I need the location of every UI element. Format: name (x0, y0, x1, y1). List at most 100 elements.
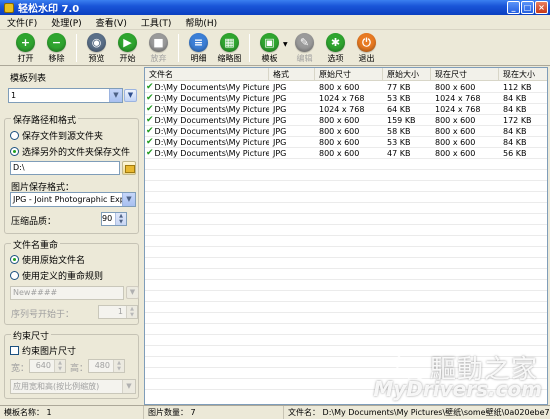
width-stepper[interactable]: 640 ▲ ▼ (29, 359, 66, 373)
template-action-button[interactable]: ▼ (124, 89, 137, 102)
cell-current-filesize: 84 KB (503, 105, 527, 114)
template-icon: ▣ (260, 33, 279, 52)
exit-label: 退出 (358, 54, 375, 63)
spin-arrows-icon[interactable]: ▲ ▼ (113, 360, 124, 372)
chevron-down-icon[interactable]: ▼ (122, 193, 135, 206)
empty-row (145, 192, 547, 203)
save-to-other-radio[interactable]: 选择另外的文件夹保存文件 (10, 145, 130, 158)
use-original-name-radio[interactable]: 使用原始文件名 (10, 253, 85, 266)
use-original-name-label: 使用原始文件名 (22, 256, 86, 266)
remove-button[interactable]: − 移除 (41, 31, 72, 65)
table-row[interactable]: ✔D:\My Documents\My Pictures... JPG 800 x … (145, 126, 547, 137)
status-image-count: 图片数量： 7 (144, 406, 284, 419)
col-header-current-filesize[interactable]: 现在大小 (499, 68, 547, 81)
radio-indicator (10, 255, 19, 264)
empty-row (145, 170, 547, 181)
menu-process[interactable]: 处理(P) (44, 16, 88, 29)
cell-current-size: 800 x 600 (435, 83, 476, 92)
quality-stepper[interactable]: 90 ▲ ▼ (101, 212, 127, 226)
chevron-down-icon[interactable]: ▼ (122, 380, 135, 393)
col-header-current-size[interactable]: 现在尺寸 (431, 68, 499, 81)
preview-button[interactable]: ◉ 预览 (81, 31, 112, 65)
chevron-down-icon[interactable]: ▼ (109, 89, 122, 102)
cell-filename: ✔D:\My Documents\My Pictures... (145, 104, 269, 114)
table-row[interactable]: ✔D:\My Documents\My Pictures... JPG 800 x … (145, 137, 547, 148)
close-button[interactable]: × (535, 1, 548, 14)
menu-file[interactable]: 文件(F) (0, 16, 44, 29)
checkmark-icon: ✔ (146, 137, 154, 147)
table-row[interactable]: ✔D:\My Documents\My Pictures... JPG 800 x … (145, 82, 547, 93)
table-row[interactable]: ✔D:\My Documents\My Pictures... JPG 800 x … (145, 115, 547, 126)
filename-text: D:\My Documents\My Pictures... (154, 126, 269, 136)
height-value: 480 (94, 361, 110, 370)
watermark-line2: MyDrivers.com (373, 377, 542, 401)
use-custom-rule-radio[interactable]: 使用定义的重命规则 (10, 269, 103, 282)
cell-current-filesize: 56 KB (503, 149, 527, 158)
cell-filename: ✔D:\My Documents\My Pictures... (145, 82, 269, 92)
details-button[interactable]: ≡ 明细 (183, 31, 214, 65)
rename-pattern-input[interactable]: New#### (10, 286, 124, 300)
template-select[interactable]: 1 ▼ (8, 88, 123, 103)
exit-button[interactable]: ⏻ 退出 (351, 31, 382, 65)
col-header-original-size[interactable]: 原始尺寸 (315, 68, 383, 81)
scale-mode-select[interactable]: 应用宽和高(按比例缩放) ▼ (10, 379, 136, 394)
col-header-original-filesize[interactable]: 原始大小 (383, 68, 431, 81)
col-header-filename[interactable]: 文件名 (145, 68, 269, 81)
edit-button[interactable]: ✎ 编辑 (289, 31, 320, 65)
folder-icon[interactable] (122, 161, 136, 175)
template-select-value: 1 (11, 91, 17, 100)
thumbnails-button[interactable]: ▦ 缩略图 (214, 31, 245, 65)
maximize-button[interactable]: □ (521, 1, 534, 14)
template-button[interactable]: ▣ 模板 (254, 31, 285, 65)
checkmark-icon: ✔ (146, 93, 154, 103)
seq-start-stepper[interactable]: 1 ▲ ▼ (98, 305, 138, 319)
minus-icon: − (47, 33, 66, 52)
open-button[interactable]: + 打开 (10, 31, 41, 65)
width-value: 640 (35, 361, 51, 370)
cell-original-size: 800 x 600 (319, 149, 360, 158)
cell-original-filesize: 47 KB (387, 149, 411, 158)
menu-tools[interactable]: 工具(T) (134, 16, 179, 29)
scale-mode-value: 应用宽和高(按比例缩放) (13, 382, 100, 391)
spin-arrows-icon[interactable]: ▲ ▼ (126, 306, 137, 318)
window-title: 轻松水印 7.0 (18, 4, 80, 15)
cell-current-size: 800 x 600 (435, 149, 476, 158)
menu-help[interactable]: 帮助(H) (178, 16, 224, 29)
use-custom-rule-label: 使用定义的重命规则 (22, 272, 104, 282)
rename-pattern-dropdown[interactable]: ▼ (126, 286, 139, 299)
filename-text: D:\My Documents\My Pictures... (154, 137, 269, 147)
cell-filename: ✔D:\My Documents\My Pictures... (145, 93, 269, 103)
cell-original-filesize: 64 KB (387, 105, 411, 114)
table-row[interactable]: ✔D:\My Documents\My Pictures... JPG 800 x … (145, 148, 547, 159)
constrain-size-label: 约束图片尺寸 (22, 347, 77, 357)
menu-bar: 文件(F) 处理(P) 查看(V) 工具(T) 帮助(H) (0, 15, 550, 30)
seq-start-label: 序列号开始于： (11, 310, 75, 320)
options-button[interactable]: ✱ 选项 (320, 31, 351, 65)
menu-view[interactable]: 查看(V) (89, 16, 134, 29)
spin-arrows-icon[interactable]: ▲ ▼ (115, 213, 126, 225)
start-label: 开始 (119, 54, 136, 63)
table-row[interactable]: ✔D:\My Documents\My Pictures... JPG 1024 x… (145, 104, 547, 115)
toolbar-separator (178, 34, 179, 62)
empty-row (145, 258, 547, 269)
save-to-source-radio[interactable]: 保存文件到源文件夹 (10, 129, 103, 142)
template-label: 模板 (261, 54, 278, 63)
abort-button[interactable]: ■ 放弃 (143, 31, 174, 65)
cell-original-size: 1024 x 768 (319, 94, 365, 103)
start-button[interactable]: ▶ 开始 (112, 31, 143, 65)
empty-row (145, 214, 547, 225)
save-path-input[interactable]: D:\ (10, 161, 120, 175)
empty-row (145, 181, 547, 192)
height-stepper[interactable]: 480 ▲ ▼ (88, 359, 125, 373)
cell-format: JPG (273, 116, 287, 125)
save-to-other-label: 选择另外的文件夹保存文件 (22, 148, 131, 158)
col-header-format[interactable]: 格式 (269, 68, 315, 81)
preview-icon: ◉ (87, 33, 106, 52)
cell-original-size: 1024 x 768 (319, 105, 365, 114)
image-format-select[interactable]: JPG - Joint Photographic Experts G ▼ (10, 192, 136, 207)
status-file-name: 文件名： D:\My Documents\My Pictures\壁纸\some… (288, 408, 550, 417)
table-row[interactable]: ✔D:\My Documents\My Pictures... JPG 1024 x… (145, 93, 547, 104)
minimize-button[interactable]: _ (507, 1, 520, 14)
constrain-size-checkbox[interactable]: 约束图片尺寸 (10, 344, 76, 357)
spin-arrows-icon[interactable]: ▲ ▼ (54, 360, 65, 372)
